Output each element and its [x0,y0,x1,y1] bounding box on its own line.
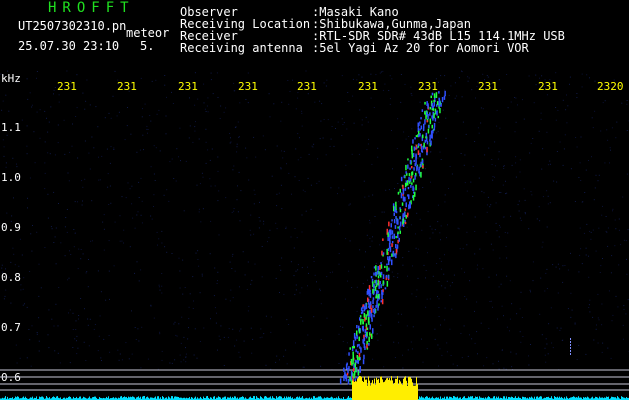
x-tick-label: 231 [297,80,317,93]
y-tick-label: 0.8 [1,271,21,284]
x-tick-label: 231 [57,80,77,93]
x-tick-label: 231 [178,80,198,93]
timestamp: 25.07.30 23:10 [18,39,120,53]
file-name: UT2507302310.pn [18,19,127,33]
y-tick-label: 1.0 [1,171,21,184]
tick-readout: 5. [140,39,155,53]
y-axis-unit: kHz [1,72,21,85]
x-tick-label: 231 [538,80,558,93]
y-tick-label: 0.7 [1,321,21,334]
x-tick-label: 231 [418,80,438,93]
antenna-value: :5el Yagi Az 20 for Aomori VOR [312,41,529,55]
spectrogram: kHz 1.11.00.90.80.70.6 231 231 231 231 231 23… [0,0,629,400]
x-tick-label: 231 [478,80,498,93]
y-tick-label: 0.9 [1,221,21,234]
y-tick-label: 1.1 [1,121,21,134]
x-tick-label: 2320 [597,80,624,93]
app-title: HROFFT [48,0,135,16]
x-tick-label: 231 [358,80,378,93]
antenna-label: Receiving antenna [180,41,303,55]
x-tick-label: 231 [117,80,137,93]
x-tick-label: 231 [238,80,258,93]
mode-label: meteor [126,26,170,40]
